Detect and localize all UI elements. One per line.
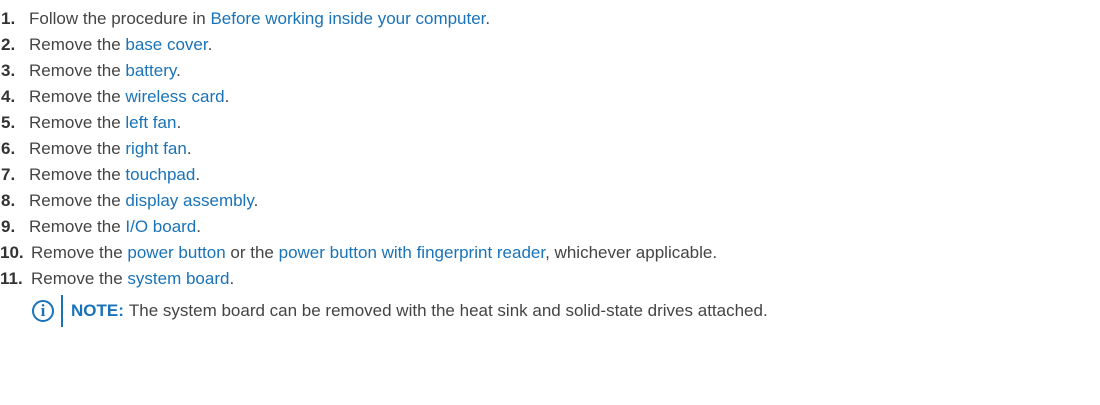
step-number: 9. (1, 217, 16, 236)
step-number: 8. (1, 191, 16, 210)
step-link[interactable]: system board (127, 269, 229, 288)
step-link[interactable]: power button with fingerprint reader (279, 243, 546, 262)
note-box: i NOTE: The system board can be removed … (32, 294, 1100, 328)
step-text-fragment: . (207, 35, 213, 54)
step-text-fragment: Remove the (29, 139, 126, 158)
step-text-fragment: . (224, 87, 230, 106)
step-item: 6. Remove the right fan. (0, 136, 1100, 162)
step-text-fragment: . (485, 9, 491, 28)
step-text-fragment: . (229, 269, 235, 288)
step-number: 5. (1, 113, 16, 132)
step-text-fragment: Remove the (29, 87, 126, 106)
step-text-fragment: . (176, 61, 181, 80)
procedure-steps: 1. Follow the procedure in Before working… (0, 0, 1100, 292)
step-link[interactable]: left fan (125, 113, 176, 132)
step-number: 2. (1, 35, 16, 54)
note-divider (61, 295, 63, 327)
step-text-fragment: . (186, 139, 192, 158)
step-text-fragment: or the (225, 243, 279, 262)
step-text-fragment: . (253, 191, 259, 210)
step-text-fragment: Follow the procedure in (29, 9, 211, 28)
step-number: 1. (1, 9, 16, 28)
step-link[interactable]: battery (125, 61, 176, 80)
step-item: 1. Follow the procedure in Before working… (0, 6, 1100, 32)
step-number: 6. (1, 139, 16, 158)
step-text: Remove the power button or the power but… (31, 240, 717, 266)
step-text: Remove the base cover. (29, 32, 212, 58)
step-item: 9. Remove the I/O board. (0, 214, 1100, 240)
step-item: 5. Remove the left fan. (0, 110, 1100, 136)
step-text: Remove the I/O board. (29, 214, 201, 240)
step-text-fragment: Remove the (29, 61, 126, 80)
note-label: NOTE: (71, 301, 124, 320)
step-text: Remove the display assembly. (29, 188, 258, 214)
step-text-fragment: . (195, 165, 201, 184)
step-link[interactable]: I/O board (125, 217, 196, 236)
step-number: 7. (1, 165, 16, 184)
step-text-fragment: Remove the (29, 217, 126, 236)
step-text-fragment: , whichever applicable. (545, 243, 718, 262)
step-link[interactable]: right fan (125, 139, 186, 158)
step-text-fragment: . (196, 217, 201, 236)
step-text-fragment: Remove the (29, 191, 126, 210)
step-link[interactable]: base cover (125, 35, 207, 54)
step-text: Remove the right fan. (29, 136, 192, 162)
step-text-fragment: Remove the (31, 243, 128, 262)
step-text-fragment: . (176, 113, 182, 132)
info-icon: i (32, 300, 54, 322)
step-number: 3. (1, 61, 16, 80)
step-link[interactable]: wireless card (125, 87, 224, 106)
step-number: 4. (1, 87, 16, 106)
step-link[interactable]: touchpad (125, 165, 195, 184)
step-item: 7. Remove the touchpad. (0, 162, 1100, 188)
step-text: Remove the battery. (29, 58, 181, 84)
step-link[interactable]: display assembly (125, 191, 253, 210)
step-text: Remove the system board. (31, 266, 234, 292)
step-item: 11. Remove the system board. (0, 266, 1100, 292)
step-item: 2. Remove the base cover. (0, 32, 1100, 58)
step-text: Remove the wireless card. (29, 84, 229, 110)
step-text-fragment: Remove the (31, 269, 128, 288)
step-text: Follow the procedure in Before working i… (29, 6, 490, 32)
step-link[interactable]: power button (127, 243, 225, 262)
step-number: 11. (0, 269, 23, 288)
step-text: Remove the left fan. (29, 110, 181, 136)
step-text-fragment: Remove the (29, 165, 126, 184)
step-text-fragment: Remove the (29, 113, 126, 132)
step-text-fragment: Remove the (29, 35, 126, 54)
step-item: 3. Remove the battery. (0, 58, 1100, 84)
step-item: 10. Remove the power button or the power … (0, 240, 1100, 266)
step-number: 10. (0, 243, 24, 262)
step-text: Remove the touchpad. (29, 162, 200, 188)
note-text: The system board can be removed with the… (128, 301, 768, 320)
step-item: 4. Remove the wireless card. (0, 84, 1100, 110)
step-item: 8. Remove the display assembly. (0, 188, 1100, 214)
step-link[interactable]: Before working inside your computer (210, 9, 485, 28)
